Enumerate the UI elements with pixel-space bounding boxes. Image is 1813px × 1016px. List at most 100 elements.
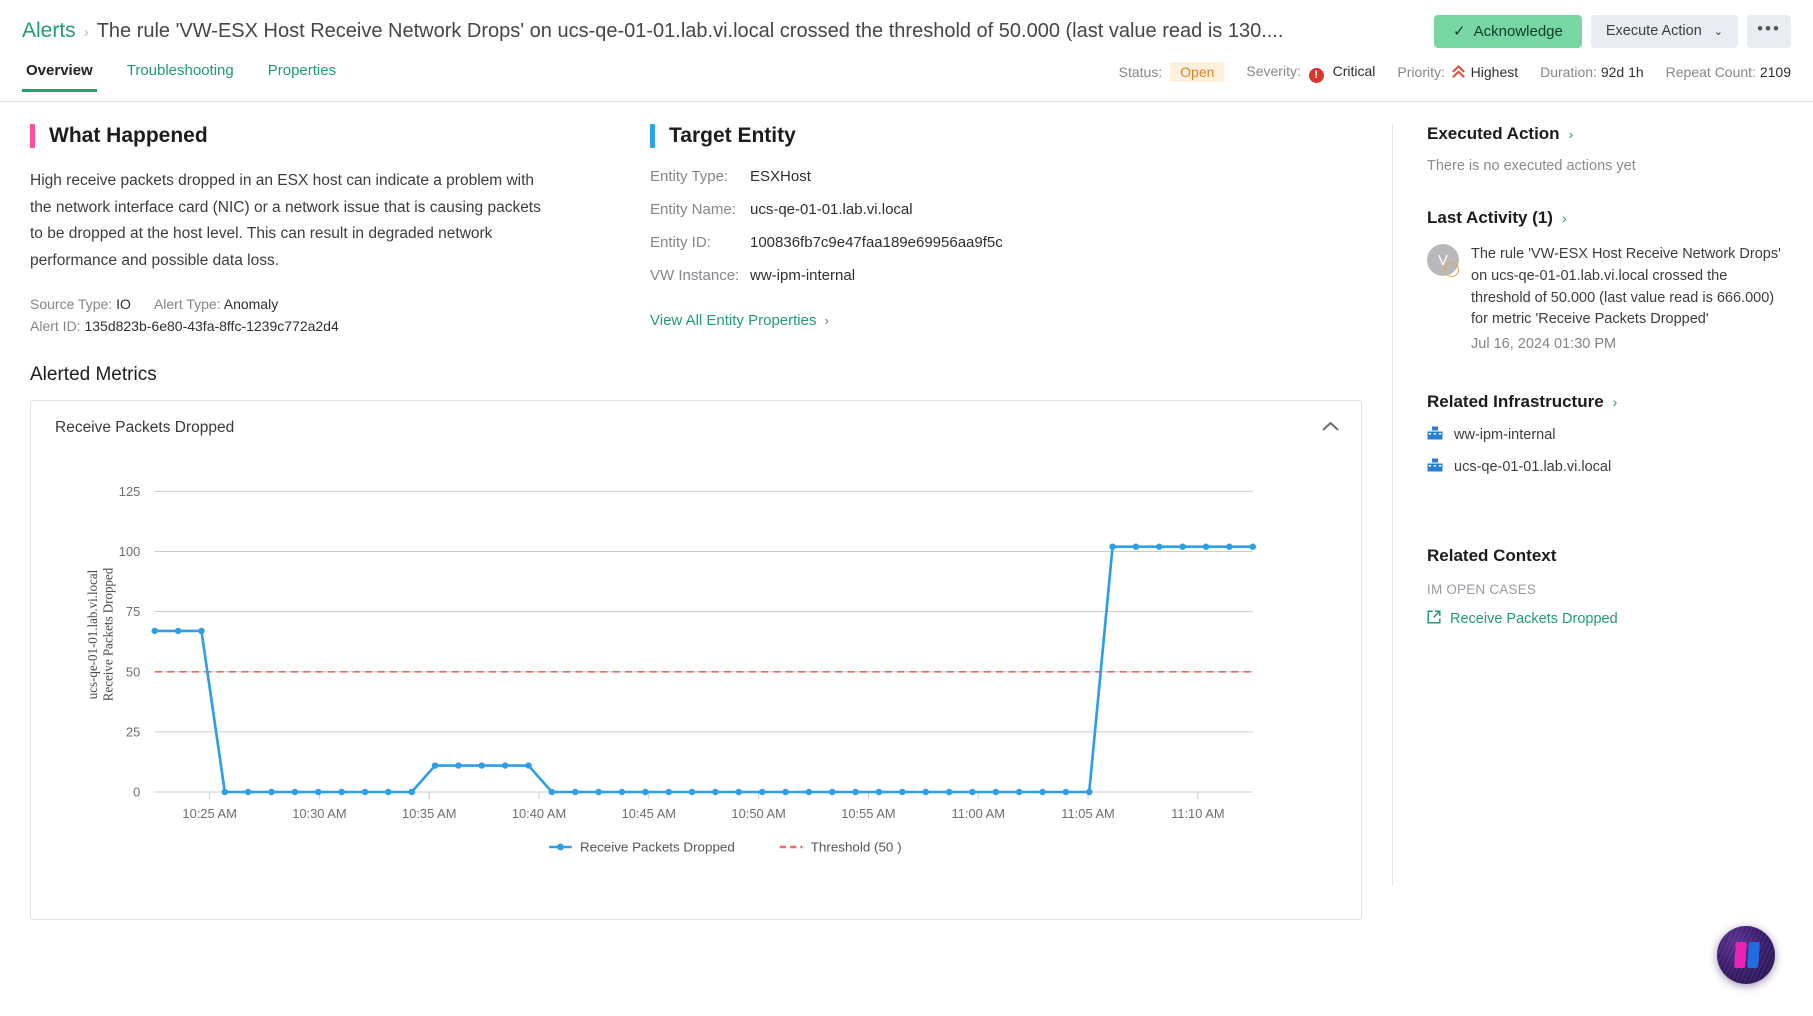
breadcrumb-alerts-link[interactable]: Alerts — [22, 19, 76, 43]
related-context-section: Related Context IM OPEN CASES Receive Pa… — [1427, 546, 1787, 628]
acknowledge-button[interactable]: ✓ Acknowledge — [1434, 14, 1582, 48]
execute-action-button[interactable]: Execute Action ⌄ — [1590, 14, 1738, 48]
tab-overview[interactable]: Overview — [22, 62, 97, 92]
critical-severity-icon: ! — [1308, 68, 1324, 83]
svg-text:11:05 AM: 11:05 AM — [1061, 807, 1114, 821]
related-context-link[interactable]: Receive Packets Dropped — [1427, 610, 1787, 628]
repeat-count-field: Repeat Count: 2109 — [1666, 64, 1791, 80]
related-infrastructure-label: ww-ipm-internal — [1454, 426, 1556, 443]
more-options-button[interactable]: ••• — [1747, 14, 1791, 48]
related-context-group-label: IM OPEN CASES — [1427, 581, 1537, 597]
page-body: What Happened High receive packets dropp… — [0, 102, 1813, 1016]
chevron-up-icon[interactable] — [1322, 420, 1339, 435]
alert-id-row: Alert ID: 135d823b-6e80-43fa-8ffc-1239c7… — [30, 315, 590, 338]
svg-text:Receive Packets Dropped: Receive Packets Dropped — [580, 840, 735, 855]
acknowledge-label: Acknowledge — [1473, 22, 1563, 40]
assistant-widget-button[interactable] — [1717, 926, 1775, 984]
priority-field: Priority: Highest — [1397, 64, 1518, 80]
executed-action-empty-text: There is no executed actions yet — [1427, 158, 1636, 174]
svg-text:ucs-qe-01-01.lab.vi.local: ucs-qe-01-01.lab.vi.local — [85, 569, 100, 699]
entity-type-row: Entity Type: ESXHost — [650, 168, 1210, 185]
svg-text:10:25 AM: 10:25 AM — [182, 807, 236, 821]
entity-name-label: Entity Name: — [650, 201, 736, 218]
source-type-label: Source Type: — [30, 295, 113, 312]
breadcrumb-separator-icon: › — [83, 24, 89, 41]
accent-bar — [30, 124, 35, 148]
avatar: V — [1427, 244, 1459, 277]
status-label: Status: — [1118, 64, 1163, 80]
entity-type-value: ESXHost — [750, 168, 811, 185]
vw-instance-row: VW Instance: ww-ipm-internal — [650, 267, 1210, 284]
related-infrastructure-title: Related Infrastructure — [1427, 391, 1604, 411]
svg-text:10:40 AM: 10:40 AM — [512, 807, 566, 821]
chart-svg: 0255075100125ucs-qe-01-01.lab.vi.local Re… — [85, 485, 1257, 855]
tab-troubleshooting[interactable]: Troubleshooting — [123, 62, 238, 91]
chevron-right-icon[interactable]: › — [1569, 126, 1574, 142]
view-all-entity-properties-link[interactable]: View All Entity Properties › — [650, 312, 829, 329]
related-context-title: Related Context — [1427, 545, 1557, 565]
chevron-right-icon: › — [824, 313, 829, 328]
related-context-link-label: Receive Packets Dropped — [1450, 610, 1618, 627]
execute-action-label: Execute Action — [1605, 23, 1702, 39]
chevron-right-icon[interactable]: › — [1562, 210, 1567, 226]
server-rack-icon — [1427, 426, 1443, 444]
alerted-metrics-title: Alerted Metrics — [30, 363, 157, 385]
svg-text:11:10 AM: 11:10 AM — [1171, 807, 1224, 821]
source-and-alert-type-row: Source Type: IO Alert Type: Anomaly — [30, 293, 590, 316]
severity-value: Critical — [1332, 63, 1376, 79]
priority-value: Highest — [1470, 64, 1519, 80]
tab-bar: Overview Troubleshooting Properties Stat… — [0, 62, 1813, 102]
alert-id-label: Alert ID: — [30, 318, 81, 335]
status-badge: Open — [1170, 62, 1225, 82]
related-infrastructure-item[interactable]: ucs-qe-01-01.lab.vi.local — [1427, 458, 1787, 476]
svg-text:100: 100 — [119, 545, 140, 559]
svg-text:75: 75 — [126, 605, 140, 619]
check-icon: ✓ — [1453, 23, 1466, 40]
tab-properties[interactable]: Properties — [264, 62, 340, 91]
summary-row: What Happened High receive packets dropp… — [0, 124, 1392, 338]
target-entity-header: Target Entity — [650, 124, 1210, 148]
page-header: Alerts › The rule 'VW-ESX Host Receive N… — [0, 0, 1813, 62]
entity-id-value: 100836fb7c9e47faa189e69956aa9f5c — [750, 234, 1003, 251]
svg-text:Threshold (50 ): Threshold (50 ) — [811, 840, 902, 855]
metric-chart-plot[interactable]: 0 25 50 75 100 125 ucs-qe-01-01.lab.vi.local Re… — [31, 437, 1361, 892]
related-infrastructure-item[interactable]: ww-ipm-internal — [1427, 426, 1787, 444]
highest-priority-icon — [1452, 64, 1468, 80]
metric-chart-header: Receive Packets Dropped — [31, 401, 1361, 437]
what-happened-card: What Happened High receive packets dropp… — [30, 124, 590, 338]
related-infrastructure-section: Related Infrastructure › ww-ipm-internal… — [1427, 392, 1787, 476]
last-activity-title: Last Activity (1) — [1427, 208, 1553, 227]
external-link-icon — [1427, 610, 1441, 628]
vw-instance-value: ww-ipm-internal — [750, 267, 856, 284]
entity-id-label: Entity ID: — [650, 234, 711, 251]
svg-text:125: 125 — [119, 485, 140, 499]
duration-value: 92d 1h — [1600, 64, 1644, 80]
page-title: The rule 'VW-ESX Host Receive Network Dr… — [96, 20, 1284, 42]
fab-texture — [1717, 926, 1775, 984]
repeat-count-value: 2109 — [1759, 64, 1791, 80]
svg-text:Receive Packets Dropped: Receive Packets Dropped — [100, 567, 115, 701]
activity-text: The rule 'VW-ESX Host Receive Network Dr… — [1471, 246, 1781, 328]
activity-timestamp: Jul 16, 2024 01:30 PM — [1471, 336, 1617, 352]
status-field: Status: Open — [1118, 62, 1225, 82]
duration-label: Duration: — [1540, 64, 1597, 80]
repeat-count-label: Repeat Count: — [1665, 64, 1756, 80]
svg-text:10:55 AM: 10:55 AM — [841, 807, 895, 821]
what-happened-title: What Happened — [49, 124, 208, 147]
target-entity-card: Target Entity Entity Type: ESXHost Entit… — [650, 124, 1210, 338]
priority-label: Priority: — [1397, 64, 1445, 80]
what-happened-meta: Source Type: IO Alert Type: Anomaly Aler… — [30, 293, 590, 338]
executed-action-header: Executed Action › — [1427, 124, 1787, 144]
svg-text:10:30 AM: 10:30 AM — [292, 807, 346, 821]
metric-chart-card: Receive Packets Dropped 0 25 50 75 100 125 ucs… — [30, 399, 1362, 920]
entity-name-value: ucs-qe-01-01.lab.vi.local — [750, 201, 913, 218]
target-entity-title: Target Entity — [669, 124, 796, 147]
alert-type-value: Anomaly — [223, 295, 279, 312]
chevron-down-icon: ⌄ — [1713, 25, 1723, 38]
related-context-header: Related Context — [1427, 546, 1787, 566]
chevron-right-icon[interactable]: › — [1613, 394, 1618, 410]
activity-body: The rule 'VW-ESX Host Receive Network Dr… — [1471, 244, 1787, 356]
severity-label: Severity: — [1246, 63, 1301, 79]
server-rack-icon — [1427, 458, 1443, 476]
header-actions: ✓ Acknowledge Execute Action ⌄ ••• — [1434, 14, 1791, 48]
